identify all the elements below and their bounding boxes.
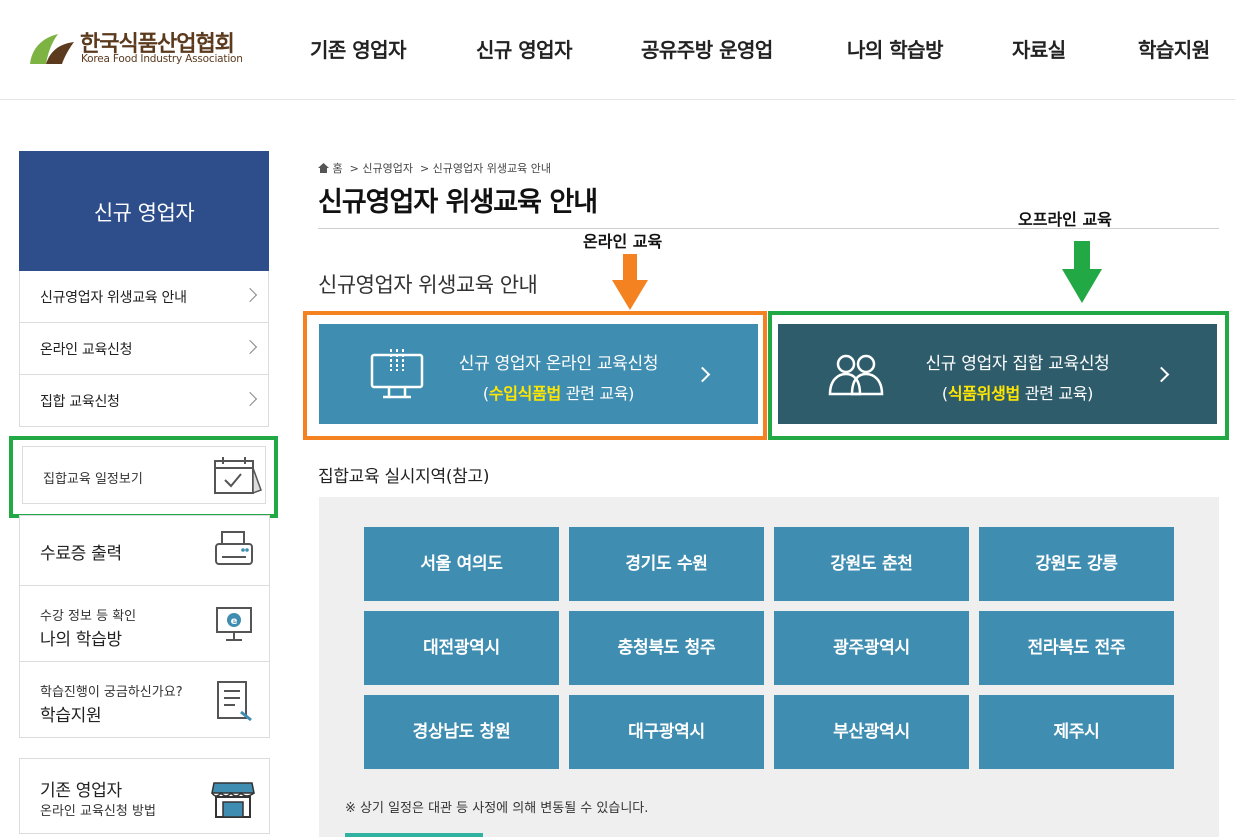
chevron-right-icon	[242, 287, 258, 303]
region-daegu[interactable]: 대구광역시	[569, 695, 764, 769]
region-gyeongnam-changwon[interactable]: 경상남도 창원	[364, 695, 559, 769]
e-learning-monitor-icon: e	[216, 607, 252, 641]
region-daejeon[interactable]: 대전광역시	[364, 611, 559, 685]
chevron-right-icon	[242, 391, 258, 407]
sidebar-item-label: 온라인 교육신청	[40, 342, 133, 358]
region-section-title: 집합교육 실시지역(참고)	[318, 467, 490, 487]
my-study-small-label: 수강 정보 등 확인	[40, 609, 137, 624]
sidebar-title-box: 신규 영업자	[19, 151, 269, 271]
breadcrumb-level1[interactable]: 신규영업자	[362, 162, 413, 175]
sidebar-item-label: 신규영업자 위생교육 안내	[40, 290, 187, 306]
existing-small-label: 온라인 교육신청 방법	[40, 804, 156, 819]
green-arrow-down-icon	[1062, 241, 1102, 303]
nav-my-study[interactable]: 나의 학습방	[847, 34, 943, 63]
existing-operator-guide-button[interactable]: 기존 영업자 온라인 교육신청 방법	[19, 758, 270, 834]
orange-arrow-down-icon	[612, 254, 648, 310]
breadcrumb: 홈 > 신규영업자 > 신규영업자 위생교육 안내	[318, 160, 551, 176]
document-pen-icon	[217, 681, 252, 722]
learning-support-button[interactable]: 학습진행이 궁금하신가요? 학습지원	[19, 662, 270, 738]
section-title: 신규영업자 위생교육 안내	[318, 273, 538, 297]
home-icon[interactable]	[318, 163, 329, 173]
my-study-big-label: 나의 학습방	[40, 630, 122, 650]
partial-button-edge[interactable]	[345, 833, 483, 837]
breadcrumb-home[interactable]: 홈	[333, 162, 343, 175]
store-icon	[211, 782, 255, 818]
nav-resources[interactable]: 자료실	[1012, 34, 1066, 63]
group-highlight-frame	[768, 311, 1229, 440]
page-title: 신규영업자 위생교육 안내	[318, 187, 598, 218]
existing-big-label: 기존 영업자	[40, 781, 122, 801]
support-small-label: 학습진행이 궁금하신가요?	[40, 685, 183, 700]
sidebar-item-online-apply[interactable]: 온라인 교육신청	[19, 323, 269, 375]
sidebar-item-label: 집합 교육신청	[40, 394, 120, 410]
breadcrumb-level2: 신규영업자 위생교육 안내	[432, 162, 551, 175]
site-header: 한국식품산업협회 Korea Food Industry Association…	[0, 0, 1235, 100]
certificate-label: 수료증 출력	[40, 544, 122, 564]
region-seoul-yeouido[interactable]: 서울 여의도	[364, 527, 559, 601]
certificate-print-button[interactable]: 수료증 출력	[19, 515, 270, 586]
region-note: ※ 상기 일정은 대관 등 사정에 의해 변동될 수 있습니다.	[345, 801, 649, 816]
sidebar-title: 신규 영업자	[93, 201, 195, 225]
region-jeju[interactable]: 제주시	[979, 695, 1174, 769]
offline-annotation-label: 오프라인 교육	[1018, 210, 1112, 229]
sidebar-item-group-apply[interactable]: 집합 교육신청	[19, 375, 269, 427]
schedule-highlight-frame	[9, 436, 278, 518]
leaf-logo-icon	[30, 34, 74, 64]
svg-text:e: e	[231, 616, 238, 627]
region-chungbuk-cheongju[interactable]: 충청북도 청주	[569, 611, 764, 685]
nav-learning-support[interactable]: 학습지원	[1138, 34, 1210, 63]
region-jeonbuk-jeonju[interactable]: 전라북도 전주	[979, 611, 1174, 685]
online-highlight-frame	[303, 311, 767, 440]
support-big-label: 학습지원	[40, 706, 102, 726]
region-gwangju[interactable]: 광주광역시	[774, 611, 969, 685]
sidebar-item-hygiene-guide[interactable]: 신규영업자 위생교육 안내	[19, 271, 269, 323]
nav-new-operator[interactable]: 신규 영업자	[476, 34, 572, 63]
online-annotation-label: 온라인 교육	[583, 232, 663, 251]
region-gangwon-gangneung[interactable]: 강원도 강릉	[979, 527, 1174, 601]
nav-shared-kitchen[interactable]: 공유주방 운영업	[641, 34, 773, 63]
region-gangwon-chuncheon[interactable]: 강원도 춘천	[774, 527, 969, 601]
nav-existing-operator[interactable]: 기존 영업자	[310, 34, 406, 63]
my-study-button[interactable]: 수강 정보 등 확인 나의 학습방 e	[19, 586, 270, 662]
printer-icon	[215, 531, 253, 565]
site-logo[interactable]: 한국식품산업협회 Korea Food Industry Association	[28, 26, 268, 72]
chevron-right-icon	[242, 339, 258, 355]
logo-english-text: Korea Food Industry Association	[81, 53, 243, 65]
region-gyeonggi-suwon[interactable]: 경기도 수원	[569, 527, 764, 601]
region-busan[interactable]: 부산광역시	[774, 695, 969, 769]
